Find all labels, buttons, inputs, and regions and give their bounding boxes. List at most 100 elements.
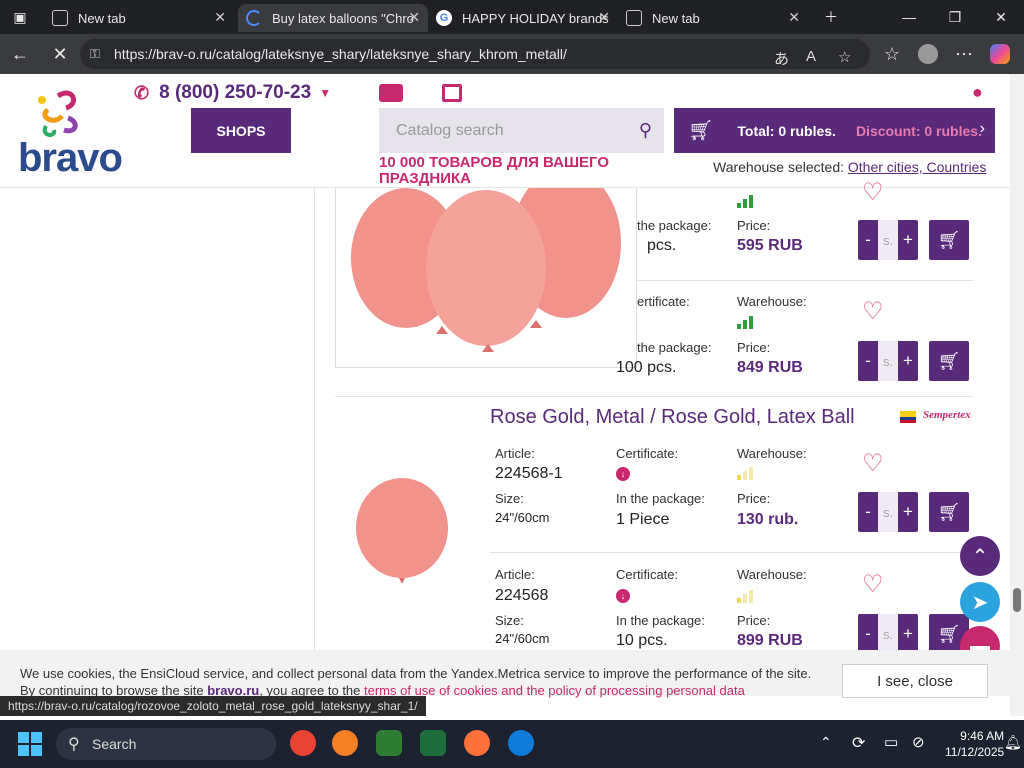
certificate-label: ertificate: (637, 294, 690, 309)
product-image-balloon-cluster[interactable] (335, 168, 637, 368)
more-menu-icon[interactable]: ⋯ (952, 42, 976, 66)
product-title[interactable]: Rose Gold, Metal / Rose Gold, Latex Ball (490, 406, 855, 429)
telegram-button[interactable]: ➤ (960, 582, 1000, 622)
translate-icon[interactable]: あ (774, 48, 789, 69)
quantity-input[interactable]: s. (878, 614, 898, 654)
catalog-book-icon[interactable] (442, 84, 462, 102)
quantity-stepper[interactable]: - s. + (858, 341, 918, 381)
quantity-stepper[interactable]: - s. + (858, 614, 918, 654)
increment-button[interactable]: + (898, 624, 918, 644)
certificate-icon[interactable]: ↓ (616, 589, 630, 603)
taskbar-clock[interactable]: 9:46 AM 11/12/2025 (945, 728, 1004, 760)
chevron-up-icon[interactable]: ⌃ (820, 734, 832, 751)
sidebar-divider (314, 188, 315, 658)
site-info-icon[interactable]: ⚿ (90, 46, 100, 62)
row-divider (490, 552, 973, 553)
favorite-heart-icon[interactable]: ♡ (862, 449, 884, 478)
product-image-single-balloon[interactable] (355, 478, 449, 586)
decrement-button[interactable]: - (858, 624, 878, 644)
favorite-heart-icon[interactable]: ♡ (862, 178, 884, 207)
increment-button[interactable]: + (898, 230, 918, 250)
close-icon[interactable]: ✕ (408, 9, 420, 26)
logo-text[interactable]: bravo (18, 136, 123, 181)
stop-icon[interactable]: ✕ (48, 42, 72, 66)
tab-new-1[interactable]: New tab ✕ (44, 4, 234, 32)
favorite-heart-icon[interactable]: ♡ (862, 570, 884, 599)
cart-icon: 🛒︎ (937, 501, 961, 522)
chrome-icon[interactable] (290, 730, 316, 756)
read-aloud-icon[interactable]: A (806, 48, 816, 65)
card-icon[interactable] (379, 84, 403, 102)
taskbar-search-label: Search (92, 736, 137, 752)
close-icon[interactable]: ✕ (788, 9, 800, 26)
close-icon[interactable]: ✕ (598, 9, 610, 26)
sync-icon[interactable]: ⟳ (852, 733, 865, 753)
display-icon[interactable]: ▭ (884, 733, 898, 751)
warehouse-selector: Warehouse selected: Other cities, Countr… (713, 159, 986, 175)
chevron-down-icon[interactable]: ▼ (319, 86, 331, 100)
cart-summary-button[interactable]: 🛒︎ Total: 0 rubles. Discount: 0 rubles. … (674, 108, 995, 153)
price-label: Price: (737, 491, 771, 506)
quantity-stepper[interactable]: - s. + (858, 492, 918, 532)
new-tab-icon[interactable]: ＋ (808, 0, 854, 34)
phone-number[interactable]: ✆ 8 (800) 250-70-23 ▼ (134, 82, 331, 104)
close-window-icon[interactable]: ✕ (978, 0, 1024, 34)
firefox-icon[interactable] (464, 730, 490, 756)
price-value: 849 RUB (737, 359, 803, 376)
warehouse-label: Warehouse: (737, 446, 807, 461)
colombia-flag-icon (900, 411, 916, 423)
decrement-button[interactable]: - (858, 351, 878, 371)
tab-happy-holiday[interactable]: G HAPPY HOLIDAY brands ✕ (428, 4, 618, 32)
user-icon[interactable]: ● (972, 82, 983, 103)
favorites-icon[interactable]: ☆ (880, 42, 904, 66)
tab-balloons[interactable]: Buy latex balloons "Chro ✕ (238, 4, 428, 32)
quantity-input[interactable]: s. (878, 220, 898, 260)
certificate-icon[interactable]: ↓ (616, 467, 630, 481)
back-icon[interactable]: ← (8, 42, 32, 66)
edge-icon[interactable] (508, 730, 534, 756)
quantity-input[interactable]: s. (878, 341, 898, 381)
restore-icon[interactable]: ❐ (932, 0, 978, 34)
tab-new-2[interactable]: New tab ✕ (618, 4, 808, 32)
add-to-cart-button[interactable]: 🛒︎ (929, 220, 969, 260)
favorite-heart-icon[interactable]: ♡ (862, 297, 884, 326)
page-scrollbar[interactable] (1010, 74, 1024, 716)
scrollbar-thumb[interactable] (1013, 588, 1021, 612)
spreadsheet-icon[interactable] (420, 730, 446, 756)
add-to-cart-button[interactable]: 🛒︎ (929, 341, 969, 381)
quantity-stepper[interactable]: - s. + (858, 220, 918, 260)
url-field[interactable]: ⚿ https://brav-o.ru/catalog/lateksnye_sh… (80, 39, 870, 69)
cart-icon: 🛒︎ (937, 229, 961, 250)
search-icon[interactable]: ⚲ (639, 120, 652, 141)
network-icon[interactable]: ⊘ (912, 733, 925, 751)
minimize-icon[interactable]: — (886, 0, 932, 34)
notification-bell-icon[interactable]: 🔔︎ (1004, 734, 1022, 751)
status-url: https://brav-o.ru/catalog/rozovoe_zoloto… (0, 696, 426, 716)
add-to-cart-button[interactable]: 🛒︎ (929, 492, 969, 532)
favorite-star-icon[interactable]: ☆ (838, 48, 851, 66)
taskbar-search[interactable]: ⚲ Search (56, 728, 276, 760)
increment-button[interactable]: + (898, 351, 918, 371)
clock-date: 11/12/2025 (945, 745, 1005, 759)
catalog-search-input[interactable]: Catalog search ⚲ (379, 108, 664, 153)
price-value: 595 RUB (737, 237, 803, 254)
cookie-close-button[interactable]: I see, close (842, 664, 988, 698)
decrement-button[interactable]: - (858, 502, 878, 522)
shops-button[interactable]: SHOPS (191, 108, 291, 153)
quantity-input[interactable]: s. (878, 492, 898, 532)
stock-bars (737, 195, 753, 208)
scroll-to-top-button[interactable]: ⌃ (960, 536, 1000, 576)
price-value: 130 rub. (737, 511, 799, 528)
notepad-icon[interactable] (376, 730, 402, 756)
copilot-icon[interactable] (988, 42, 1012, 66)
tab-actions-icon[interactable]: ▣ (0, 0, 40, 34)
profile-avatar-icon[interactable] (916, 42, 940, 66)
browser-tab-bar: ▣ New tab ✕ Buy latex balloons "Chro ✕ G… (0, 0, 1024, 34)
app-icon[interactable] (332, 730, 358, 756)
certificate-label: Certificate: (616, 567, 679, 582)
increment-button[interactable]: + (898, 502, 918, 522)
close-icon[interactable]: ✕ (214, 9, 226, 26)
windows-start-icon[interactable] (18, 732, 42, 756)
decrement-button[interactable]: - (858, 230, 878, 250)
warehouse-link[interactable]: Other cities, Countries (848, 159, 987, 175)
